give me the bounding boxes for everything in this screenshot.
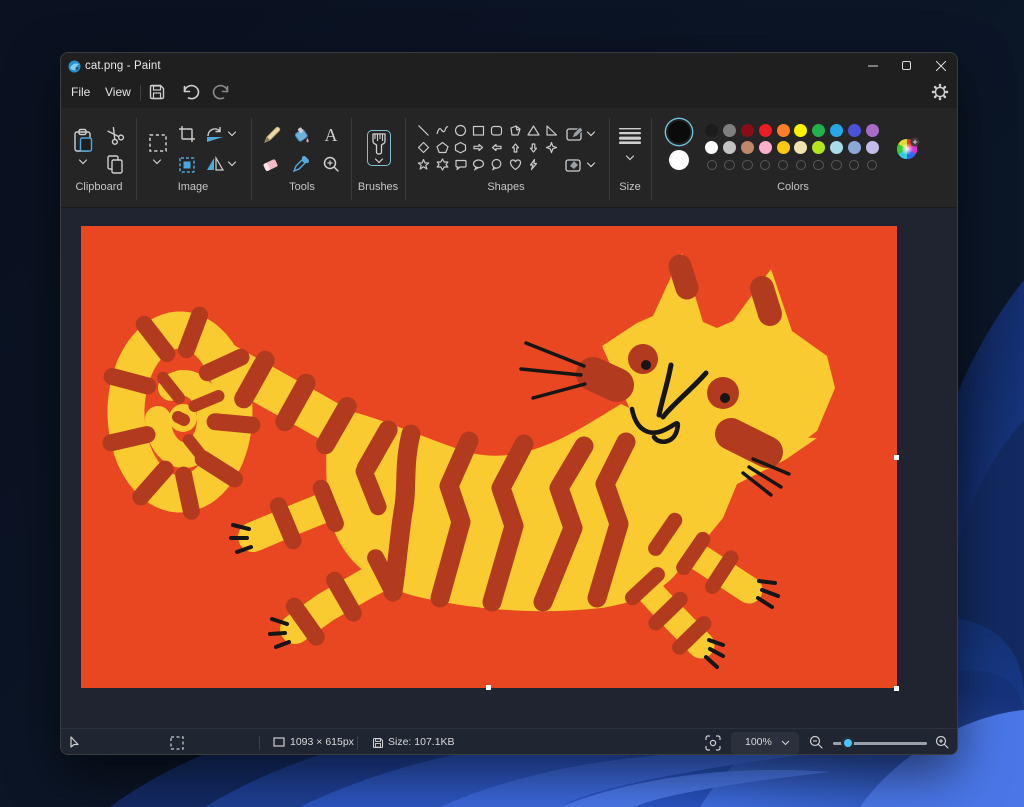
svg-text:A: A bbox=[325, 126, 338, 144]
